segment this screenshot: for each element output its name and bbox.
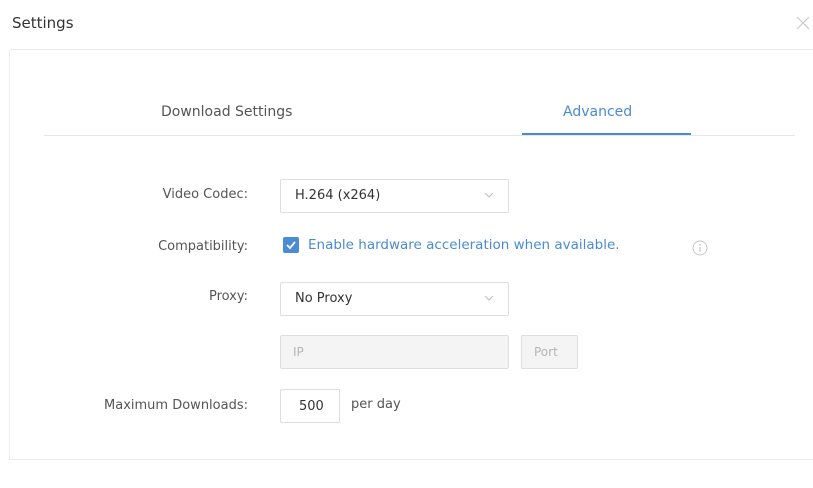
video-codec-select[interactable]: H.264 (x264) — [280, 179, 509, 213]
proxy-ip-placeholder: IP — [293, 345, 304, 359]
hardware-acceleration-checkbox[interactable] — [283, 237, 299, 253]
max-downloads-suffix: per day — [351, 397, 401, 412]
max-downloads-value: 500 — [299, 399, 324, 414]
compatibility-label: Compatibility: — [158, 239, 248, 254]
proxy-port-placeholder: Port — [534, 345, 558, 359]
active-tab-indicator — [522, 133, 691, 135]
proxy-port-input[interactable]: Port — [521, 335, 578, 369]
checkmark-icon — [286, 241, 296, 250]
video-codec-value: H.264 (x264) — [295, 188, 381, 203]
info-icon[interactable] — [692, 240, 708, 256]
max-downloads-label: Maximum Downloads: — [104, 398, 248, 413]
settings-dialog: Settings Download Settings Advanced Vide… — [0, 0, 813, 488]
dialog-title: Settings — [12, 14, 74, 32]
chevron-down-icon — [484, 295, 494, 301]
max-downloads-input[interactable]: 500 — [280, 389, 340, 423]
title-bar: Settings — [10, 0, 813, 50]
close-button[interactable] — [793, 12, 813, 34]
close-icon — [796, 16, 810, 30]
tab-advanced[interactable]: Advanced — [563, 104, 632, 120]
dialog-left-border — [9, 50, 10, 460]
proxy-value: No Proxy — [295, 291, 353, 306]
hardware-acceleration-label[interactable]: Enable hardware acceleration when availa… — [308, 237, 620, 253]
chevron-down-icon — [484, 192, 494, 198]
proxy-ip-input[interactable]: IP — [280, 335, 509, 369]
proxy-select[interactable]: No Proxy — [280, 282, 509, 316]
dialog-bottom-border — [9, 459, 813, 460]
tab-download-settings[interactable]: Download Settings — [161, 104, 292, 120]
proxy-label: Proxy: — [208, 289, 248, 304]
video-codec-label: Video Codec: — [162, 187, 248, 202]
tab-bar: Download Settings Advanced — [44, 90, 795, 136]
